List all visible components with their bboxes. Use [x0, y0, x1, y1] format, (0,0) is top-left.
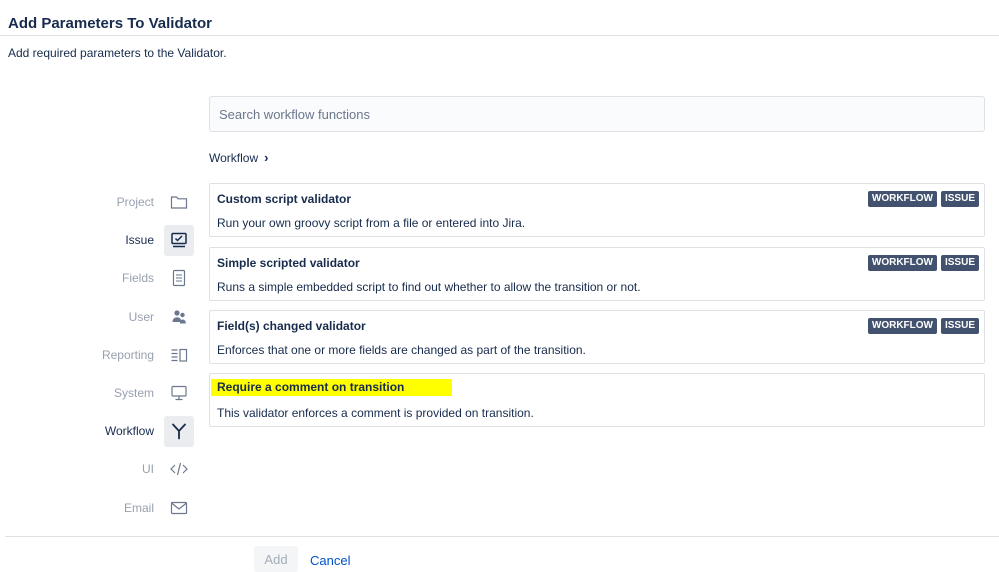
function-description: This validator enforces a comment is pro…: [217, 406, 534, 420]
function-badges: WORKFLOW ISSUE: [867, 191, 979, 207]
code-icon: [164, 454, 194, 485]
function-card-require-comment-on-transition[interactable]: Require a comment on transition This val…: [209, 373, 985, 427]
category-fields[interactable]: Fields: [90, 259, 198, 297]
category-workflow[interactable]: Workflow: [90, 412, 198, 450]
workflow-badge: WORKFLOW: [867, 318, 937, 334]
page-description: Add required parameters to the Validator…: [8, 46, 227, 60]
search-input[interactable]: [209, 96, 985, 132]
function-name: Simple scripted validator: [217, 256, 360, 270]
issue-icon: [164, 224, 194, 256]
category-label: Email: [123, 500, 154, 515]
issue-badge: ISSUE: [940, 255, 979, 271]
breadcrumb[interactable]: Workflow ›: [209, 150, 268, 165]
function-description: Run your own groovy script from a file o…: [217, 216, 526, 230]
function-card-simple-scripted-validator[interactable]: Simple scripted validator Runs a simple …: [209, 247, 985, 301]
category-ui[interactable]: UI: [90, 450, 198, 488]
function-badges: WORKFLOW ISSUE: [867, 255, 979, 271]
category-reporting[interactable]: Reporting: [90, 336, 198, 374]
envelope-icon: [164, 492, 194, 523]
category-project[interactable]: Project: [90, 183, 198, 221]
function-card-fields-changed-validator[interactable]: Field(s) changed validator Enforces that…: [209, 310, 985, 364]
category-label: User: [128, 309, 154, 324]
function-description: Runs a simple embedded script to find ou…: [217, 280, 641, 294]
monitor-icon: [164, 378, 194, 409]
function-description: Enforces that one or more fields are cha…: [217, 343, 586, 357]
function-name: Field(s) changed validator: [217, 319, 366, 333]
category-label: System: [113, 386, 154, 401]
workflow-badge: WORKFLOW: [867, 255, 937, 271]
users-icon: [164, 301, 194, 332]
add-button[interactable]: Add: [254, 546, 298, 572]
folder-icon: [164, 187, 194, 218]
cancel-link[interactable]: Cancel: [310, 553, 350, 568]
page-title: Add Parameters To Validator: [8, 15, 212, 32]
category-issue[interactable]: Issue: [90, 221, 198, 259]
category-sidebar: Project Issue Fields User Reporting Syst…: [90, 183, 198, 527]
function-name: Custom script validator: [217, 192, 352, 206]
workflow-branch-icon: [164, 415, 194, 447]
document-icon: [164, 263, 194, 294]
function-card-custom-script-validator[interactable]: Custom script validator Run your own gro…: [209, 183, 985, 237]
category-label: UI: [142, 462, 154, 477]
issue-badge: ISSUE: [940, 318, 979, 334]
reporting-icon: [164, 339, 194, 370]
category-email[interactable]: Email: [90, 489, 198, 527]
workflow-badge: WORKFLOW: [867, 191, 937, 207]
category-label: Project: [116, 195, 154, 210]
category-label: Reporting: [101, 347, 154, 362]
function-name: Require a comment on transition: [211, 379, 453, 396]
category-system[interactable]: System: [90, 374, 198, 412]
chevron-right-icon: ›: [264, 150, 269, 165]
title-divider: [0, 35, 999, 36]
breadcrumb-label: Workflow: [209, 150, 259, 165]
function-badges: WORKFLOW ISSUE: [867, 318, 979, 334]
category-user[interactable]: User: [90, 298, 198, 336]
issue-badge: ISSUE: [940, 191, 979, 207]
category-label: Issue: [125, 233, 154, 248]
category-label: Fields: [121, 271, 154, 286]
footer-divider: [5, 536, 999, 537]
category-label: Workflow: [104, 424, 154, 439]
